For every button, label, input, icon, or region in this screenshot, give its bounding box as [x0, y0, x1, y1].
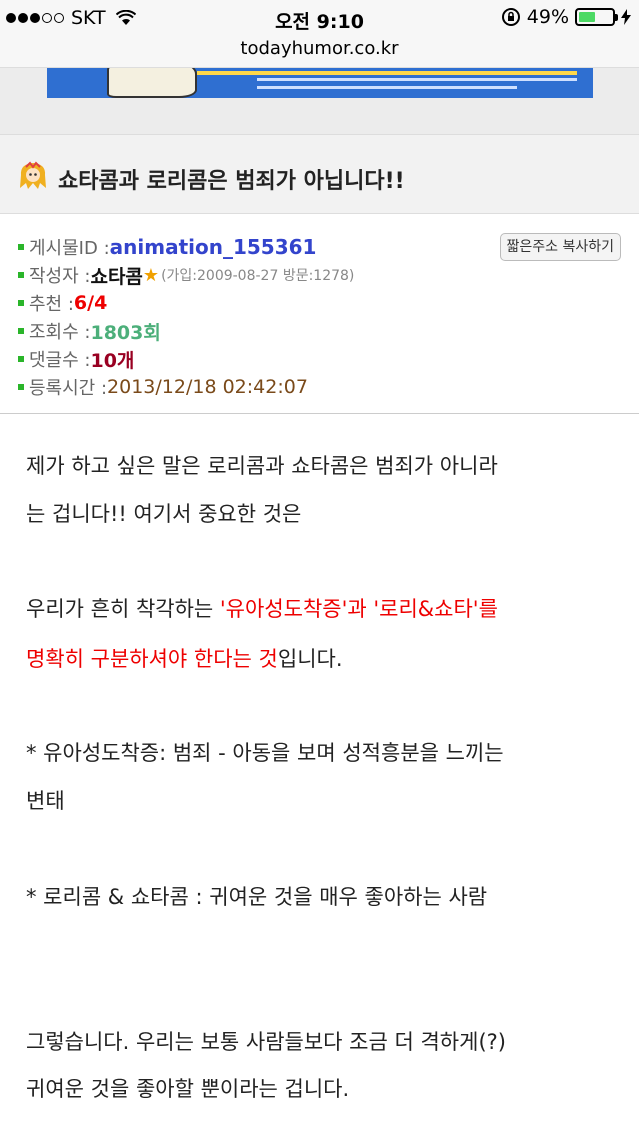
info-row-recommend: 추천 : 6/4	[18, 289, 107, 317]
body-line: 변태	[26, 789, 65, 813]
info-label: 조회수 :	[29, 322, 91, 343]
comment-count[interactable]: 10개	[90, 346, 134, 373]
rotation-lock-icon	[501, 8, 520, 26]
info-row-author: 작성자 : 쇼타콤 ★ (가입:2009-08-27 방문:1278)	[18, 261, 354, 289]
body-line: * 로리콤 & 쇼타콤 : 귀여운 것을 매우 좋아하는 사람	[26, 885, 488, 909]
info-row-views: 조회수 : 1803회	[18, 317, 161, 345]
ad-banner[interactable]	[47, 68, 593, 98]
battery-icon	[575, 8, 618, 26]
status-right: 49%	[501, 6, 631, 28]
author-nickname[interactable]: 쇼타콤	[90, 262, 142, 289]
banner-area	[0, 68, 639, 134]
battery-percent: 49%	[526, 6, 569, 28]
info-row-id: 게시물ID : animation_155361	[18, 233, 316, 261]
bullet-icon	[18, 272, 24, 278]
copy-short-url-button[interactable]: 짧은주소 복사하기	[499, 233, 621, 261]
banner-stripe	[197, 71, 577, 75]
anime-avatar-icon	[20, 161, 46, 189]
info-label: 댓글수 :	[29, 350, 91, 371]
banner-character-image	[107, 68, 197, 98]
post-title-section: 쇼타콤과 로리콤은 범죄가 아닙니다!!	[0, 134, 639, 214]
body-line: 는 겁니다!! 여기서 중요한 것은	[26, 502, 302, 526]
banner-fineprint-2	[257, 86, 517, 89]
address-bar[interactable]: todayhumor.co.kr	[0, 36, 639, 68]
body-line: 우리가 흔히 착각하는 '유아성도착증'과 '로리&쇼타'를	[26, 584, 498, 634]
bullet-icon	[18, 328, 24, 334]
view-count: 1803회	[90, 321, 161, 344]
bullet-icon	[18, 300, 24, 306]
bullet-icon	[18, 356, 24, 362]
body-emphasis: 명확히 구분하셔야 한다는 것	[26, 647, 278, 671]
body-text: 입니다.	[277, 647, 343, 671]
body-line: 그렇습니다. 우리는 보통 사람들보다 조금 더 격하게(?)	[26, 1030, 506, 1054]
info-label: 등록시간 :	[29, 378, 108, 399]
post-id-value: animation_155361	[109, 235, 317, 259]
body-line: 귀여운 것을 좋아할 뿐이라는 겁니다.	[26, 1077, 350, 1101]
info-label: 게시물ID :	[29, 238, 110, 259]
info-row-date: 등록시간 : 2013/12/18 02:42:07	[18, 373, 308, 401]
body-line: 명확히 구분하셔야 한다는 것입니다.	[26, 634, 343, 684]
post-title: 쇼타콤과 로리콤은 범죄가 아닙니다!!	[58, 169, 405, 194]
body-line: 제가 하고 싶은 말은 로리콤과 쇼타콤은 범죄가 아니라	[26, 454, 498, 478]
info-row-comments: 댓글수 : 10개	[18, 345, 134, 373]
post-date: 2013/12/18 02:42:07	[107, 376, 308, 398]
status-bar: SKT 오전 9:10 49%	[0, 0, 639, 36]
post-info-section: 짧은주소 복사하기 게시물ID : animation_155361 작성자 :…	[0, 214, 639, 414]
author-meta: (가입:2009-08-27 방문:1278)	[161, 268, 355, 284]
charging-bolt-icon	[621, 9, 631, 25]
bullet-icon	[18, 384, 24, 390]
url-text: todayhumor.co.kr	[240, 38, 399, 59]
recommend-count: 6/4	[73, 292, 108, 314]
banner-fineprint	[257, 78, 577, 81]
bullet-icon	[18, 244, 24, 250]
body-line: * 유아성도착증: 범죄 - 아동을 보며 성적흥분을 느끼는	[26, 741, 504, 765]
star-icon: ★	[142, 264, 160, 286]
body-text: 우리가 흔히 착각하는	[26, 597, 220, 621]
info-label: 추천 :	[29, 294, 74, 315]
info-label: 작성자 :	[29, 266, 91, 287]
body-emphasis: '유아성도착증'과 '로리&쇼타'를	[219, 597, 498, 621]
